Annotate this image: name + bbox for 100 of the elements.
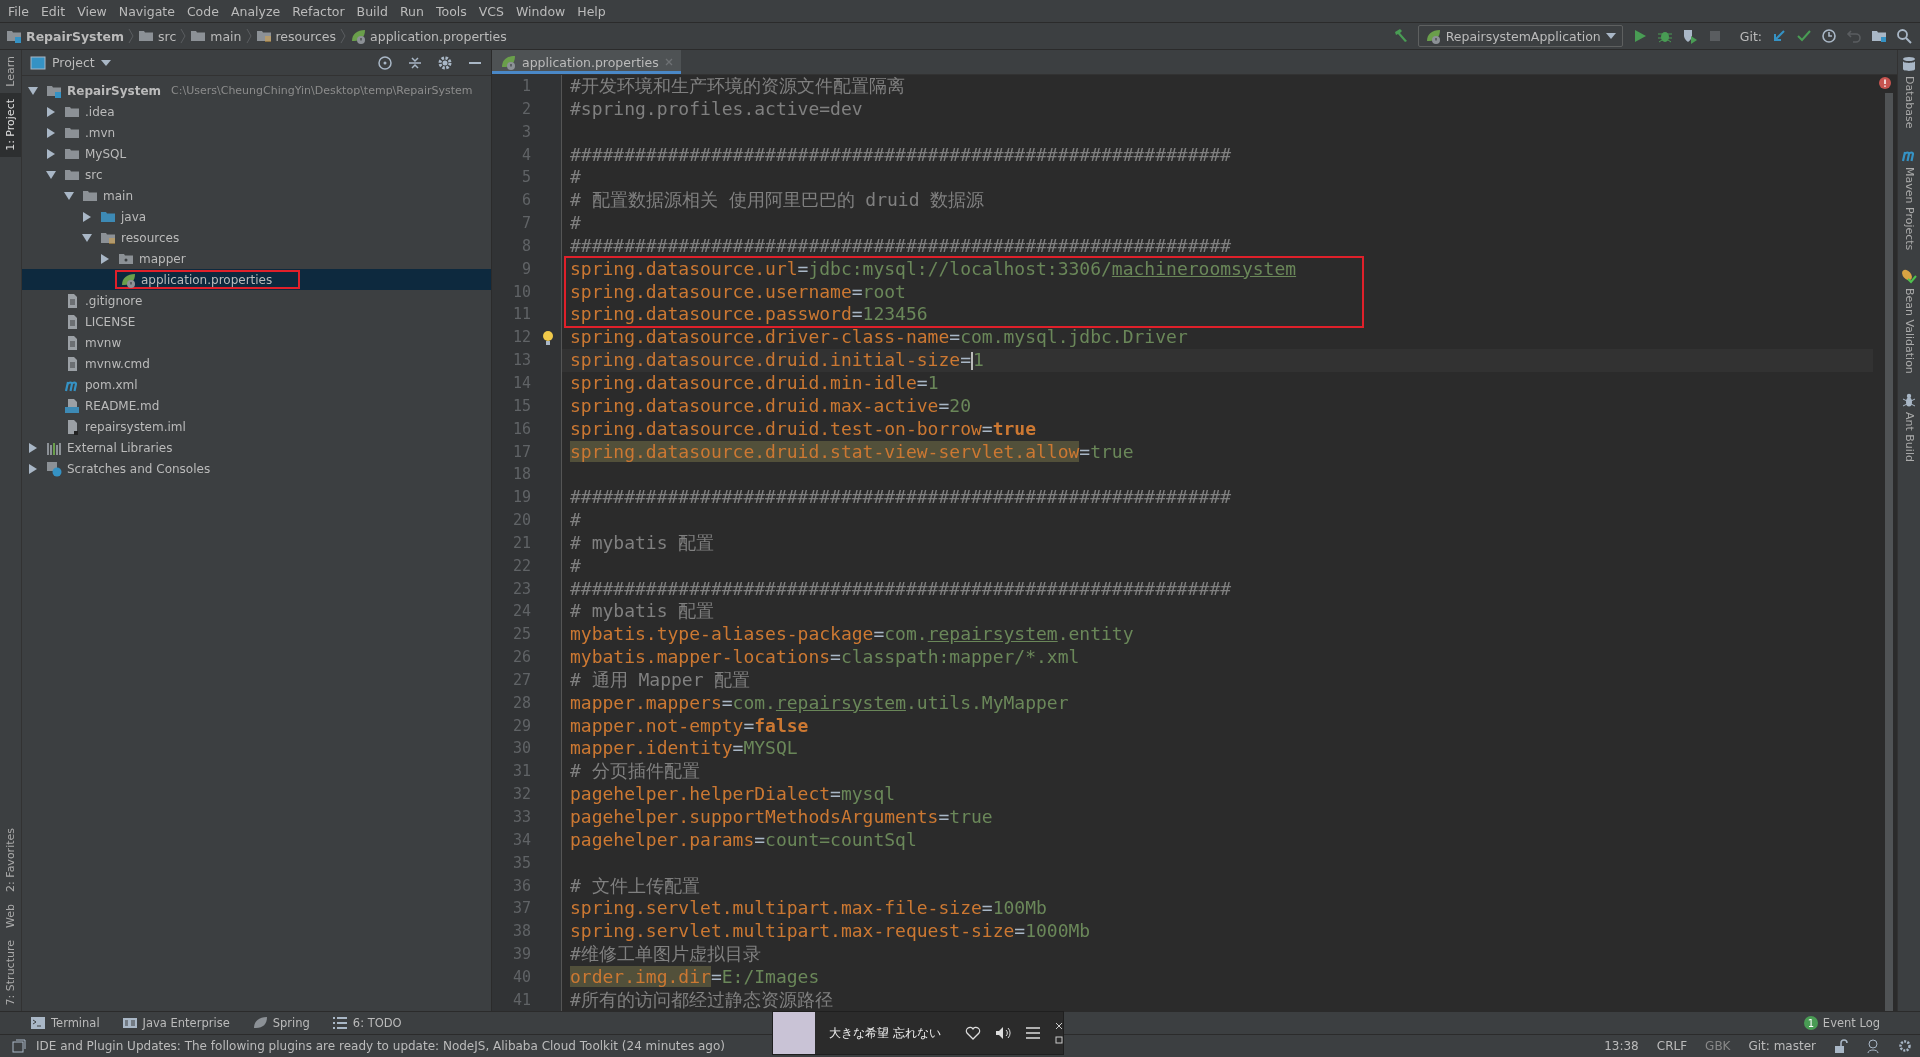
breadcrumb[interactable]: application.properties (350, 28, 507, 44)
code-line: # (570, 212, 581, 234)
menu-item[interactable]: Analyze (224, 3, 287, 19)
tool-window-tab[interactable]: Java Enterprise (121, 1015, 230, 1031)
album-art-placeholder (773, 1012, 815, 1054)
encoding-selector[interactable]: GBK (1705, 1039, 1731, 1053)
breadcrumb[interactable]: resources (255, 28, 337, 44)
code-line: pagehelper.supportMethodsArguments=true (570, 806, 993, 827)
editor-tab[interactable]: application.properties (492, 50, 681, 74)
line-separator-selector[interactable]: CRLF (1656, 1039, 1688, 1053)
tool-window-tab[interactable]: Spring (251, 1015, 310, 1031)
tool-window-tab[interactable]: Bean Validation (1901, 267, 1917, 374)
count-badge: 1 (1803, 1016, 1818, 1030)
tree-item[interactable]: MySQL (22, 143, 491, 164)
menu-item[interactable]: Window (510, 3, 572, 19)
event-log-tab[interactable]: 1 Event Log (1803, 1016, 1880, 1030)
code-line: mapper.identity=MYSQL (570, 737, 798, 759)
tree-item[interactable]: application.properties (22, 269, 491, 290)
menu-item[interactable]: File (2, 3, 35, 19)
tree-item[interactable]: src (22, 164, 491, 185)
code-line: #维修工单图片虚拟目录 (570, 943, 761, 965)
tree-item[interactable]: java (22, 206, 491, 227)
tool-window-tab[interactable]: Maven Projects (1901, 146, 1917, 250)
code-line: # 分页插件配置 (570, 760, 700, 782)
breadcrumb[interactable]: RepairSystem (6, 28, 124, 44)
code-line: mapper.mappers=com.repairsystem.utils.MyMapper (570, 691, 1069, 713)
git-branch-selector[interactable]: Git: master (1748, 1039, 1816, 1053)
tool-window-tab[interactable]: 1: Project (0, 92, 21, 157)
tool-window-tab[interactable]: 2: Favorites (0, 821, 21, 898)
tree-item[interactable]: main (22, 185, 491, 206)
breadcrumb[interactable]: main (190, 28, 242, 44)
tree-item[interactable]: .idea (22, 101, 491, 122)
run-configuration-dropdown[interactable]: RepairsystemApplication (1417, 25, 1623, 47)
tree-item[interactable]: Scratches and Consoles (22, 458, 491, 479)
menu-item[interactable]: Tools (429, 3, 473, 19)
list-icon[interactable] (1024, 1026, 1041, 1040)
gear-icon[interactable] (1898, 1039, 1912, 1053)
menu-item[interactable]: Code (180, 3, 225, 19)
settings-icon[interactable] (437, 54, 453, 71)
menu-item[interactable]: Navigate (112, 3, 181, 19)
tree-item[interactable]: .mvn (22, 122, 491, 143)
tree-item[interactable]: mapper (22, 248, 491, 269)
tree-item[interactable]: LICENSE (22, 311, 491, 332)
tool-window-tab[interactable]: Learn (0, 50, 21, 93)
project-view-dropdown[interactable]: Project (30, 54, 111, 71)
console-icon (46, 460, 62, 477)
tree-item[interactable]: README.md (22, 395, 491, 416)
menu-item[interactable]: Run (394, 3, 430, 19)
tool-window-tab[interactable]: Database (1901, 56, 1917, 129)
tree-item[interactable]: resources (22, 227, 491, 248)
error-icon (1879, 77, 1891, 89)
menu-item[interactable]: Build (350, 3, 394, 19)
chevron-icon (128, 28, 134, 44)
code-line: # 通用 Mapper 配置 (570, 668, 751, 690)
tree-item[interactable]: .gitignore (22, 290, 491, 311)
collapse-arrow-icon (28, 85, 38, 96)
restore-icon[interactable] (1054, 1036, 1063, 1044)
heart-icon[interactable] (964, 1026, 981, 1040)
code-line: spring.datasource.druid.stat-view-servlet.allow=true (570, 440, 1134, 462)
search-icon[interactable] (1896, 28, 1912, 44)
code-line: # (570, 554, 581, 576)
checkmark-icon[interactable] (1796, 28, 1812, 44)
menu-item[interactable]: Edit (34, 3, 72, 19)
tree-item[interactable]: pom.xml (22, 374, 491, 395)
collapse-arrow-icon (46, 169, 56, 180)
shield-run-icon[interactable] (1681, 28, 1698, 44)
collapse-icon[interactable] (407, 54, 423, 71)
breadcrumb[interactable]: src (138, 28, 177, 44)
panel-icon[interactable] (12, 1039, 26, 1053)
speaker-icon[interactable] (994, 1026, 1011, 1040)
tree-item[interactable]: mvnw.cmd (22, 353, 491, 374)
code-line: #spring.profiles.active=dev (570, 97, 863, 119)
menu-item[interactable]: View (71, 3, 113, 19)
target-icon[interactable] (377, 54, 393, 71)
folder-icon[interactable] (1871, 28, 1887, 44)
tree-item[interactable]: repairsystem.iml (22, 416, 491, 437)
tree-item[interactable]: External Libraries (22, 437, 491, 458)
tree-item[interactable]: mvnw (22, 332, 491, 353)
chevron-icon (245, 28, 252, 44)
tool-window-tab[interactable]: Terminal (30, 1015, 100, 1031)
tool-window-tab[interactable]: Ant Build (1901, 391, 1917, 462)
inspector-icon[interactable] (1866, 1039, 1880, 1053)
scrollbar[interactable] (1885, 93, 1893, 1011)
code-line: # 配置数据源相关 使用阿里巴巴的 druid 数据源 (570, 189, 985, 211)
hammer-icon[interactable] (1392, 28, 1409, 44)
clock-icon[interactable] (1821, 28, 1837, 44)
tool-window-tab[interactable]: 6: TODO (331, 1015, 402, 1031)
menu-item[interactable]: VCS (472, 3, 510, 19)
window-icon (30, 54, 46, 71)
cursor-position[interactable]: 13:38 (1604, 1039, 1639, 1053)
lightbulb-icon[interactable] (542, 330, 554, 347)
tool-window-tab[interactable]: Web (0, 897, 21, 934)
menu-item[interactable]: Refactor (286, 3, 351, 19)
collapse-arrow-icon (64, 190, 74, 201)
arrow-icon[interactable] (1771, 28, 1787, 44)
tree-item[interactable]: RepairSystem C:\Users\CheungChingYin\Desktop\temp\RepairSystem (22, 80, 491, 101)
leaf-icon (1424, 28, 1441, 44)
tool-window-tab[interactable]: 7: Structure (0, 933, 21, 1011)
lock-icon[interactable] (1834, 1039, 1848, 1053)
menu-item[interactable]: Help (571, 3, 612, 19)
